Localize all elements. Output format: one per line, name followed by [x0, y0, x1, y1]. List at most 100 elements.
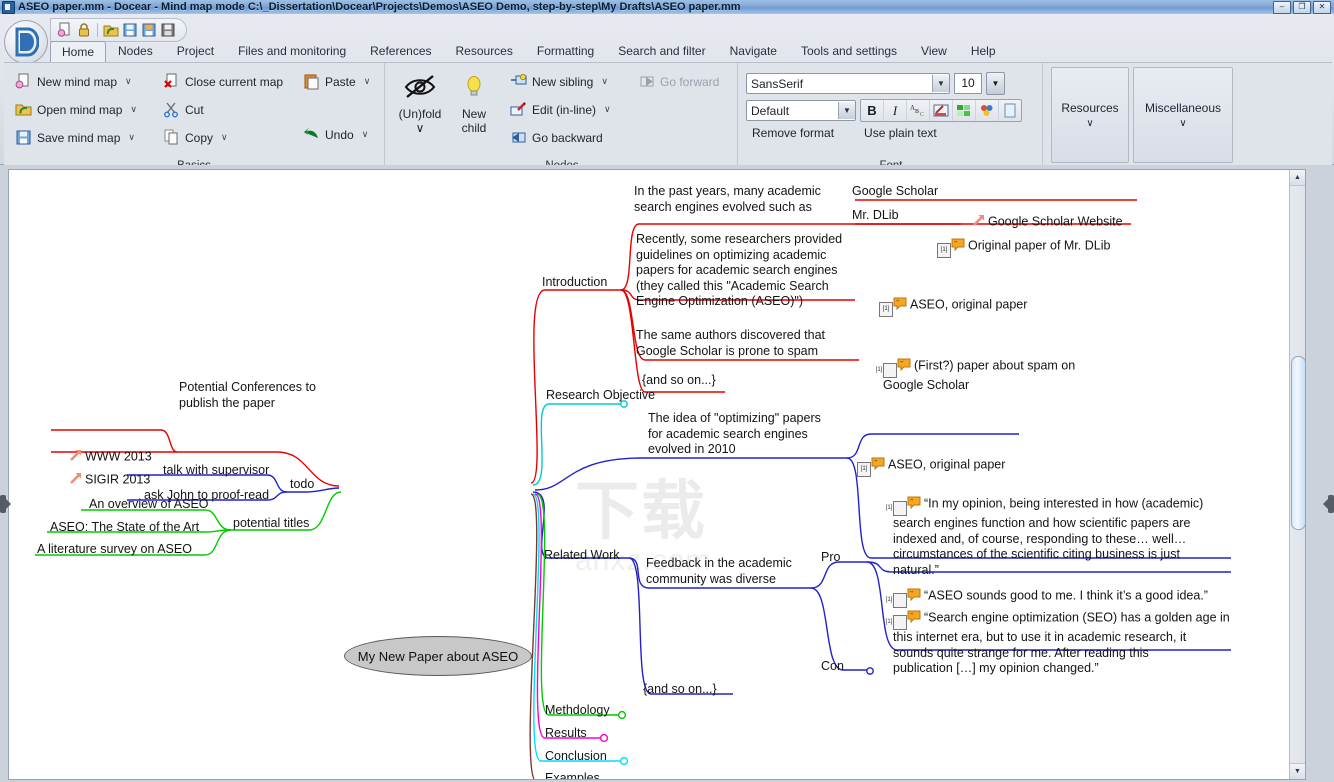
tab-view[interactable]: View: [909, 40, 959, 62]
minimize-button[interactable]: –: [1273, 0, 1291, 14]
italic-button[interactable]: I: [884, 100, 907, 121]
left-panel-expand-handle[interactable]: [0, 495, 11, 513]
root-node[interactable]: My New Paper about ASEO: [344, 636, 532, 676]
copy-button[interactable]: Copy ∨: [158, 124, 298, 151]
close-current-map-button[interactable]: Close current map: [158, 68, 298, 95]
go-forward-button[interactable]: Go forward: [633, 68, 725, 95]
node-potential-titles[interactable]: potential titles: [233, 516, 309, 532]
remove-format-button[interactable]: Remove format: [752, 126, 834, 140]
tab-files-and-monitoring[interactable]: Files and monitoring: [226, 40, 358, 62]
chevron-down-icon[interactable]: ▼: [838, 102, 855, 119]
node-authors-discovered-spam[interactable]: The same authors discovered that Google …: [636, 328, 848, 359]
chevron-down-icon[interactable]: ∨: [364, 76, 371, 87]
scroll-down-button[interactable]: ▼: [1290, 763, 1305, 779]
node-introduction[interactable]: Introduction: [542, 275, 607, 291]
paste-button[interactable]: Paste ∨: [298, 68, 378, 95]
save-all-icon[interactable]: [160, 22, 176, 38]
node-and-so-on-related-work[interactable]: {and so on...}: [643, 682, 717, 698]
text-color-icon[interactable]: ABC: [907, 100, 930, 121]
unfold-button[interactable]: (Un)fold ∨: [393, 65, 447, 173]
node-potential-conferences[interactable]: Potential Conferences to publish the pap…: [179, 380, 329, 411]
node-con[interactable]: Con: [821, 659, 844, 675]
chevron-down-icon[interactable]: ∨: [125, 76, 132, 87]
tab-nodes[interactable]: Nodes: [106, 40, 165, 62]
scrollbar-thumb[interactable]: [1291, 356, 1305, 530]
node-first-paper-about-spam[interactable]: [1] “” (First?) paper about spam on Goog…: [861, 327, 1103, 394]
node-conclusion[interactable]: Conclusion: [545, 749, 607, 765]
tab-navigate[interactable]: Navigate: [718, 40, 789, 62]
miscellaneous-button[interactable]: Miscellaneous ∨: [1133, 67, 1233, 163]
tab-home[interactable]: Home: [50, 41, 107, 63]
node-idea-of-optimizing-papers[interactable]: The idea of "optimizing" papers for acad…: [648, 411, 848, 458]
new-sibling-button[interactable]: New sibling ∨: [505, 68, 633, 95]
tab-resources[interactable]: Resources: [444, 40, 525, 62]
new-mind-map-button[interactable]: New mind map ∨: [10, 68, 158, 95]
node-talk-with-supervisor[interactable]: talk with supervisor: [163, 463, 269, 479]
undo-button[interactable]: Undo ∨: [298, 121, 378, 148]
node-colors-icon[interactable]: [976, 100, 999, 121]
save-as-icon[interactable]: [141, 22, 157, 38]
maximize-button[interactable]: ❐: [1293, 0, 1311, 14]
scroll-up-button[interactable]: ▲: [1290, 170, 1305, 186]
right-panel-expand-handle[interactable]: [1323, 495, 1334, 513]
chevron-down-icon[interactable]: ∨: [601, 76, 608, 87]
docear-logo-icon[interactable]: [4, 20, 48, 64]
chevron-down-icon[interactable]: ∨: [130, 104, 137, 115]
node-research-objective[interactable]: Research Objective: [546, 388, 655, 404]
highlight-color-icon[interactable]: [930, 100, 953, 121]
save-mind-map-button[interactable]: Save mind map ∨: [10, 124, 158, 151]
node-recently-researchers-guidelines[interactable]: Recently, some researchers provided guid…: [636, 232, 858, 310]
cut-button[interactable]: Cut: [158, 96, 298, 123]
open-folder-icon[interactable]: [103, 22, 119, 38]
resources-button[interactable]: Resources ∨: [1051, 67, 1129, 163]
close-button[interactable]: ✕: [1313, 0, 1331, 14]
node-google-scholar[interactable]: Google Scholar: [852, 184, 938, 200]
node-quote-search-engine-optimization[interactable]: [1] “” “Search engine optimization (SEO)…: [871, 579, 1265, 677]
bold-button[interactable]: B: [861, 100, 884, 121]
node-literature-survey-on-aseo[interactable]: A literature survey on ASEO: [37, 542, 192, 558]
tab-tools-and-settings[interactable]: Tools and settings: [789, 40, 909, 62]
lock-icon[interactable]: [76, 22, 92, 38]
clear-format-icon[interactable]: [999, 100, 1021, 121]
chevron-down-icon[interactable]: ∨: [604, 104, 611, 115]
node-and-so-on-intro[interactable]: {and so on...}: [642, 373, 716, 389]
node-sigir-2013[interactable]: SIGIR 2013: [69, 441, 150, 488]
tab-search-and-filter[interactable]: Search and filter: [606, 40, 717, 62]
node-related-work[interactable]: Related Work: [544, 548, 620, 564]
use-plain-text-button[interactable]: Use plain text: [864, 126, 937, 140]
font-style-select[interactable]: Default ▼: [746, 100, 856, 121]
node-methdology[interactable]: Methdology: [545, 703, 610, 719]
node-mr-dlib[interactable]: Mr. DLib: [852, 208, 899, 224]
node-original-paper-of-mr-dlib[interactable]: [1] “” Original paper of Mr. DLib: [937, 207, 1110, 258]
new-icon[interactable]: [57, 22, 73, 38]
font-size-dropdown-icon[interactable]: ▼: [986, 72, 1005, 95]
vertical-scrollbar[interactable]: ▲ ▼: [1289, 170, 1305, 779]
chevron-down-icon[interactable]: ∨: [1086, 118, 1093, 129]
node-aseo-state-of-the-art[interactable]: ASEO: The State of the Art: [50, 520, 199, 536]
chevron-down-icon[interactable]: ∨: [1179, 118, 1186, 129]
tab-project[interactable]: Project: [165, 40, 226, 62]
tab-references[interactable]: References: [358, 40, 443, 62]
node-past-years-academic-engines[interactable]: In the past years, many academic search …: [634, 184, 839, 215]
node-results[interactable]: Results: [545, 726, 587, 742]
tab-help[interactable]: Help: [959, 40, 1008, 62]
mind-map-canvas[interactable]: 下载 anxz.com My New Paper about ASEO Pote…: [8, 169, 1306, 780]
edit-inline-button[interactable]: Edit (in-line) ∨: [505, 96, 633, 123]
node-examples[interactable]: Examples: [545, 771, 600, 779]
new-child-button[interactable]: New child: [447, 65, 501, 173]
font-family-select[interactable]: SansSerif ▼: [746, 73, 950, 94]
font-size-input[interactable]: 10: [954, 73, 982, 94]
chevron-down-icon[interactable]: ∨: [128, 132, 135, 143]
node-todo[interactable]: todo: [290, 477, 314, 493]
node-background-color-icon[interactable]: [953, 100, 976, 121]
go-backward-button[interactable]: Go backward: [505, 124, 633, 151]
tab-formatting[interactable]: Formatting: [525, 40, 606, 62]
node-aseo-original-paper-1[interactable]: [1] “” ASEO, original paper: [879, 266, 1027, 317]
open-mind-map-button[interactable]: Open mind map ∨: [10, 96, 158, 123]
node-an-overview-of-aseo[interactable]: An overview of ASEO: [89, 497, 209, 513]
node-pro[interactable]: Pro: [821, 550, 840, 566]
chevron-down-icon[interactable]: ∨: [221, 132, 228, 143]
save-icon[interactable]: [122, 22, 138, 38]
chevron-down-icon[interactable]: ∨: [416, 121, 425, 135]
chevron-down-icon[interactable]: ▼: [932, 75, 949, 92]
